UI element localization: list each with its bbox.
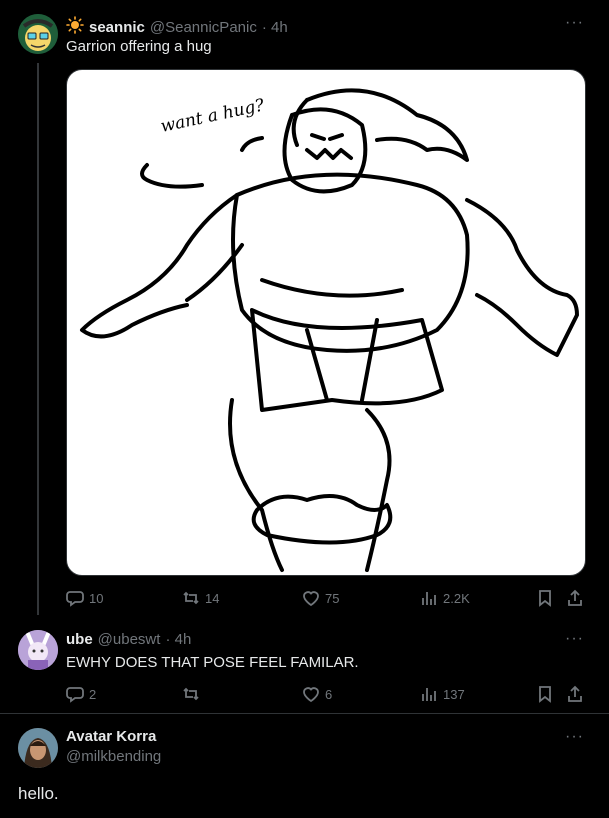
like-button[interactable]: 75	[302, 589, 339, 607]
image-caption: want a hug?	[159, 95, 267, 137]
reply-button[interactable]: 10	[66, 589, 103, 607]
reply-icon	[66, 687, 84, 703]
hug-drawing: want a hug?	[80, 88, 579, 572]
sun-emoji-icon	[66, 16, 84, 39]
timestamp[interactable]: · 4h	[165, 631, 191, 648]
reply-icon	[66, 591, 84, 607]
retweet-count: 14	[205, 590, 220, 606]
author-name[interactable]: seannic	[89, 19, 145, 36]
tweet-image[interactable]: want a hug?	[66, 69, 586, 576]
ube-avatar[interactable]	[18, 630, 58, 670]
heart-icon	[303, 591, 319, 607]
retweet-button[interactable]: 14	[182, 589, 219, 607]
author-name[interactable]: ube	[66, 631, 93, 648]
reply-button[interactable]: 2	[66, 685, 96, 703]
reply-text: hello.	[18, 784, 59, 803]
divider	[0, 713, 609, 714]
reply-count: 2	[89, 686, 97, 702]
author-handle[interactable]: @ubeswt	[98, 631, 161, 648]
views-count: 137	[443, 686, 465, 702]
share-icon	[568, 685, 582, 702]
more-options-icon[interactable]: ···	[565, 728, 584, 746]
like-count: 75	[325, 590, 340, 606]
views-button[interactable]: 137	[420, 685, 465, 703]
share-button[interactable]	[566, 589, 584, 607]
views-button[interactable]: 2.2K	[420, 589, 470, 607]
heart-icon	[303, 687, 319, 703]
retweet-icon	[183, 687, 199, 701]
bookmark-icon	[539, 590, 551, 607]
views-icon	[422, 688, 436, 701]
share-button[interactable]	[566, 685, 584, 703]
like-button[interactable]: 6	[302, 685, 332, 703]
composer-author-handle[interactable]: @milkbending	[66, 748, 161, 765]
share-icon	[568, 589, 582, 606]
korra-avatar[interactable]	[18, 728, 58, 768]
timestamp[interactable]: · 4h	[262, 19, 288, 36]
retweet-icon	[183, 591, 199, 605]
tweet-text: Garrion offering a hug	[66, 38, 212, 55]
bookmark-button[interactable]	[536, 685, 554, 703]
seannic-avatar[interactable]	[18, 14, 58, 54]
retweet-button[interactable]	[182, 685, 205, 703]
like-count: 6	[325, 686, 333, 702]
bookmark-button[interactable]	[536, 589, 554, 607]
tweet-text: EWHY DOES THAT POSE FEEL FAMILAR.	[66, 654, 359, 671]
thread-line	[37, 63, 39, 615]
reply-count: 10	[89, 590, 104, 606]
more-options-icon[interactable]: ···	[565, 14, 584, 32]
author-handle[interactable]: @SeannicPanic	[150, 19, 257, 36]
views-icon	[422, 592, 436, 605]
views-count: 2.2K	[443, 590, 470, 606]
bookmark-icon	[539, 686, 551, 703]
more-options-icon[interactable]: ···	[565, 630, 584, 648]
composer-author-name[interactable]: Avatar Korra	[66, 728, 156, 745]
